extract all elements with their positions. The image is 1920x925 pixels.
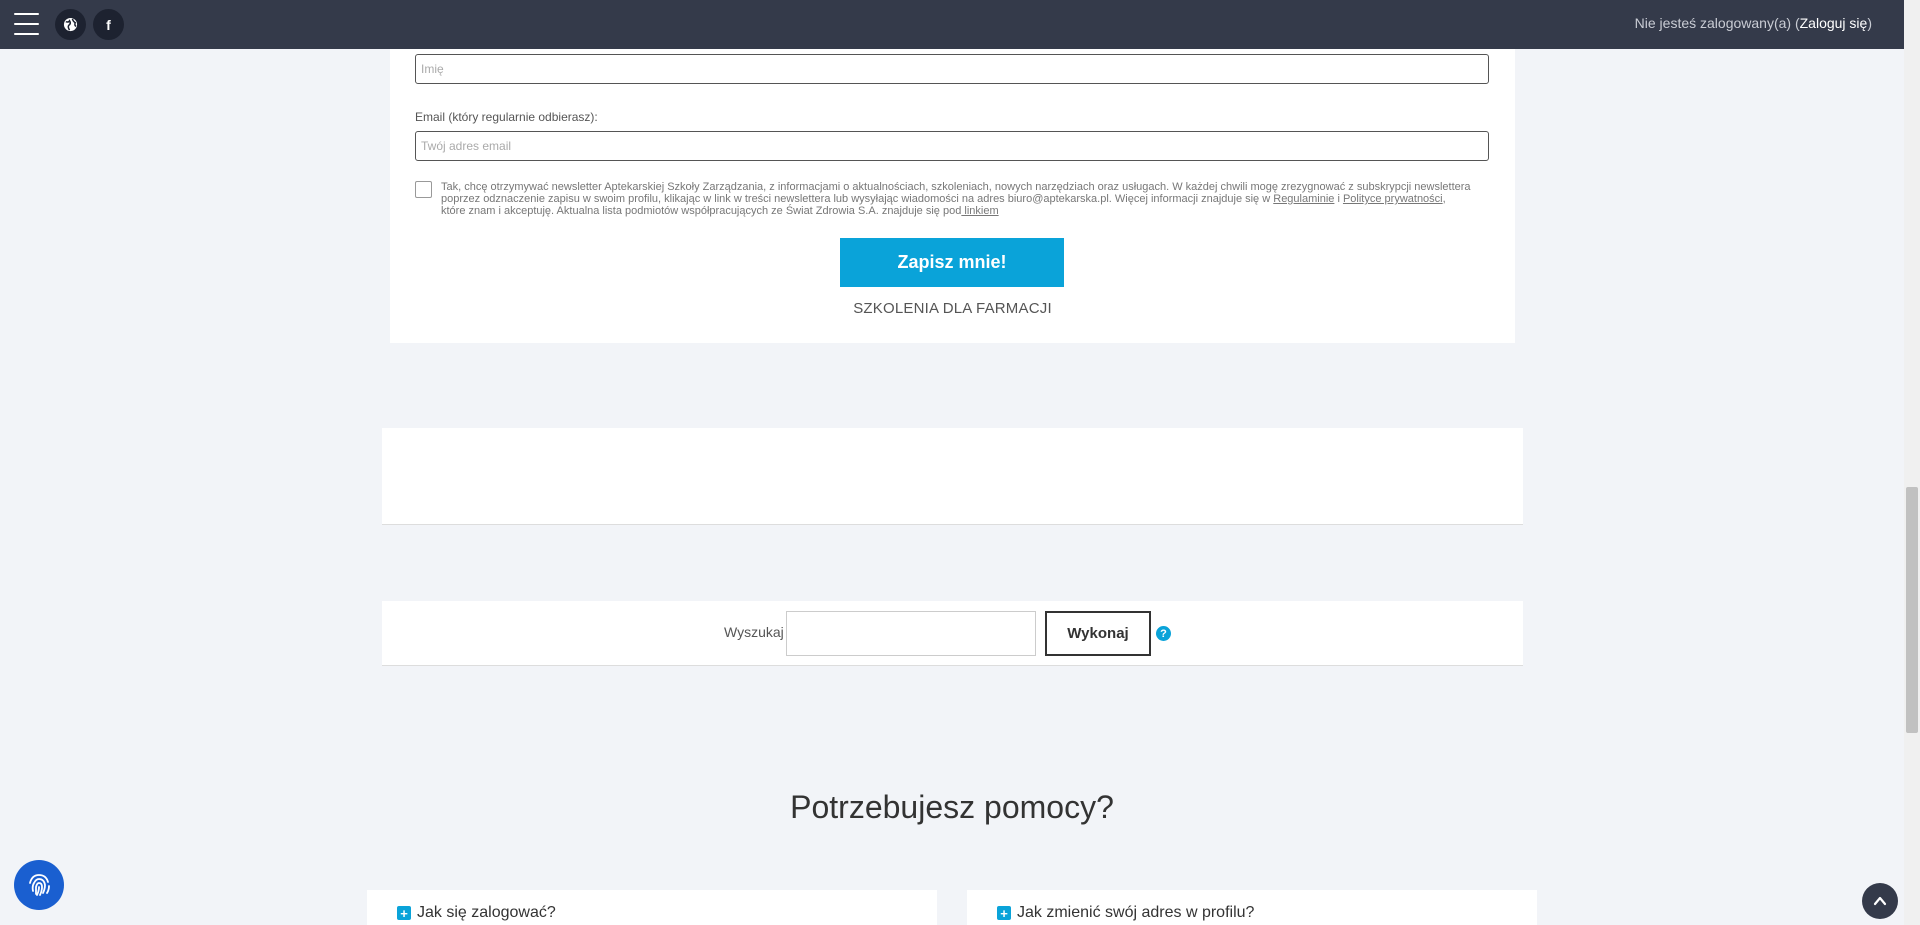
search-panel: Wyszukaj Wykonaj ? xyxy=(382,601,1523,666)
search-label: Wyszukaj xyxy=(724,624,784,640)
faq-item-login[interactable]: + Jak się zalogować? xyxy=(397,904,556,922)
scrollbar[interactable] xyxy=(1904,0,1920,925)
faq-item-change-address[interactable]: + Jak zmienić swój adres w profilu? xyxy=(997,904,1254,922)
search-submit-button[interactable]: Wykonaj xyxy=(1045,611,1151,656)
hamburger-menu-icon[interactable] xyxy=(14,13,39,35)
name-field[interactable] xyxy=(415,54,1489,84)
plus-icon: + xyxy=(397,906,411,920)
consent-text: Tak, chcę otrzymywać newsletter Aptekars… xyxy=(441,181,1471,217)
top-navigation-bar: f Nie jesteś zalogowany(a) (Zaloguj się) xyxy=(0,0,1904,49)
partners-link[interactable]: linkiem xyxy=(961,205,998,217)
question-icon[interactable]: ? xyxy=(1156,626,1171,641)
search-input[interactable] xyxy=(786,611,1036,656)
regulamin-link[interactable]: Regulaminie xyxy=(1273,193,1334,205)
faq-question: Jak zmienić swój adres w profilu? xyxy=(1017,904,1255,921)
consent-checkbox[interactable] xyxy=(415,181,432,198)
empty-panel xyxy=(382,428,1523,525)
help-title: Potrzebujesz pomocy? xyxy=(790,789,1114,825)
facebook-icon[interactable]: f xyxy=(93,9,124,40)
globe-icon[interactable] xyxy=(55,9,86,40)
email-field[interactable] xyxy=(415,131,1489,161)
login-link[interactable]: Zaloguj się xyxy=(1800,15,1868,31)
faq-card: + Jak się zalogować? xyxy=(367,890,937,925)
login-status: Nie jesteś zalogowany(a) (Zaloguj się) xyxy=(1634,15,1872,31)
chevron-up-icon xyxy=(1873,896,1887,906)
trainings-link[interactable]: SZKOLENIA DLA FARMACJI xyxy=(390,300,1515,317)
faq-card: + Jak zmienić swój adres w profilu? xyxy=(967,890,1537,925)
faq-question: Jak się zalogować? xyxy=(417,904,556,921)
scroll-to-top-button[interactable] xyxy=(1862,883,1898,919)
fingerprint-icon[interactable] xyxy=(14,860,64,910)
plus-icon: + xyxy=(997,906,1011,920)
privacy-policy-link[interactable]: Polityce prywatności xyxy=(1343,193,1443,205)
newsletter-form: Email (który regularnie odbierasz): Tak,… xyxy=(390,49,1515,343)
subscribe-button[interactable]: Zapisz mnie! xyxy=(840,238,1064,287)
scrollbar-thumb[interactable] xyxy=(1906,487,1918,733)
email-label: Email (który regularnie odbierasz): xyxy=(415,110,598,124)
